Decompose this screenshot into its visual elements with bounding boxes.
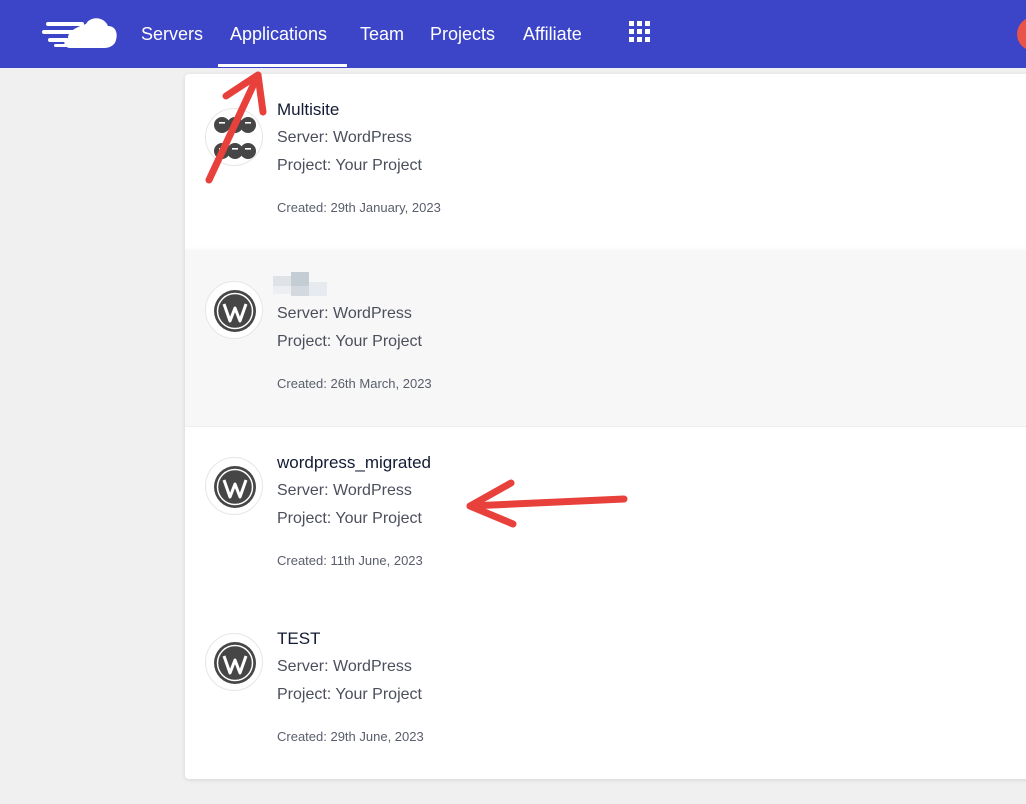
- nav-active-indicator: [218, 64, 347, 67]
- top-nav-bar: Servers Applications Team Projects Affil…: [0, 0, 1026, 68]
- application-server: Server: WordPress: [277, 129, 412, 146]
- application-row[interactable]: wordpress_migrated Server: WordPress Pro…: [185, 427, 1026, 603]
- wordpress-icon: [205, 457, 263, 515]
- application-server: Server: WordPress: [277, 482, 412, 499]
- grid-icon[interactable]: [629, 21, 651, 43]
- application-name[interactable]: wordpress_migrated: [277, 453, 431, 473]
- application-row[interactable]: Server: WordPress Project: Your Project …: [185, 250, 1026, 426]
- application-row[interactable]: Multisite Server: WordPress Project: You…: [185, 74, 1026, 250]
- application-server: Server: WordPress: [277, 658, 412, 675]
- cloud-logo-icon[interactable]: [40, 12, 120, 56]
- nav-team[interactable]: Team: [360, 22, 404, 46]
- application-created-date: Created: 29th June, 2023: [277, 729, 424, 744]
- applications-list: Multisite Server: WordPress Project: You…: [185, 74, 1026, 779]
- nav-affiliate[interactable]: Affiliate: [523, 22, 582, 46]
- application-created-date: Created: 26th March, 2023: [277, 376, 432, 391]
- application-created-date: Created: 11th June, 2023: [277, 553, 423, 568]
- nav-servers[interactable]: Servers: [141, 22, 203, 46]
- application-name[interactable]: Multisite: [277, 100, 339, 120]
- nav-applications[interactable]: Applications: [230, 22, 327, 46]
- application-created-date: Created: 29th January, 2023: [277, 200, 441, 215]
- nav-projects[interactable]: Projects: [430, 22, 495, 46]
- application-row[interactable]: TEST Server: WordPress Project: Your Pro…: [185, 603, 1026, 779]
- application-project: Project: Your Project: [277, 510, 422, 527]
- application-server: Server: WordPress: [277, 305, 412, 322]
- application-project: Project: Your Project: [277, 157, 422, 174]
- wordpress-icon: [205, 281, 263, 339]
- blurred-application-name: [273, 272, 327, 296]
- application-name[interactable]: TEST: [277, 629, 320, 649]
- application-project: Project: Your Project: [277, 686, 422, 703]
- user-avatar[interactable]: [1017, 17, 1026, 51]
- wordpress-icon: [205, 633, 263, 691]
- wordpress-multisite-icon: [205, 108, 263, 166]
- application-project: Project: Your Project: [277, 333, 422, 350]
